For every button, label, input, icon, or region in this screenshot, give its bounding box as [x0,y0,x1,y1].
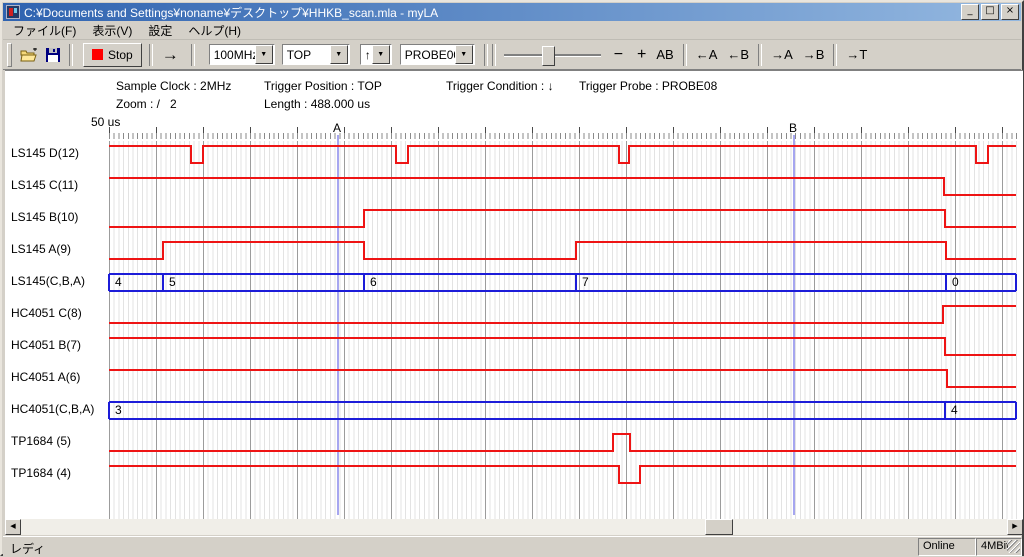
trace-6 [109,306,1016,323]
close-button[interactable]: × [1001,4,1019,20]
dropdown-arrow-icon[interactable]: ▼ [372,45,390,64]
maximize-button[interactable]: □ [981,4,999,20]
move-a-left-button[interactable]: ←A [691,43,723,67]
bus-9 [109,402,1016,419]
stop-square-icon [92,49,103,60]
scroll-right-button[interactable]: ▶ [1007,519,1023,535]
trace-10 [109,434,1016,451]
trace-11 [109,466,1016,483]
move-b-left-button[interactable]: ←B [722,43,754,67]
trace-4 [109,242,1016,259]
menu-item-4[interactable]: ヘルプ(H) [180,20,249,41]
toolbar-separator [484,44,488,66]
statusbar: レディ Online 4MBit [3,536,1021,556]
bus-5 [109,274,1016,291]
menu-item-2[interactable]: 表示(V) [84,20,140,41]
toolbar-separator [833,44,837,66]
trigger-edge-combo[interactable]: ↑ ▼ [360,44,392,65]
menu-item-1[interactable]: ファイル(F) [5,20,84,41]
run-button[interactable]: → [157,43,184,67]
app-icon [6,5,20,19]
toolbar-separator [69,44,73,66]
minimize-button[interactable]: _ [961,4,979,20]
stop-button[interactable]: Stop [83,43,142,67]
zoom-out-button[interactable]: − [609,43,628,67]
stop-label: Stop [108,48,133,62]
probe-value: PROBE00 [401,48,455,62]
status-online: Online [918,538,976,556]
floppy-disk-icon [46,48,60,62]
titlebar: C:¥Documents and Settings¥noname¥デスクトップ¥… [3,3,1021,21]
bus-value: 3 [115,403,122,417]
toolbar: Stop → 100MHz ▼ TOP ▼ ↑ ▼ PROBE00 ▼ − + … [3,40,1021,70]
toolbar-separator [492,44,496,66]
sample-clock-combo[interactable]: 100MHz ▼ [209,44,275,65]
toolbar-separator [758,44,762,66]
menu-item-3[interactable]: 設定 [140,20,180,41]
slider-thumb[interactable] [542,46,555,66]
toolbar-separator [683,44,687,66]
goto-trigger-button[interactable]: →T [841,43,872,67]
dropdown-arrow-icon[interactable]: ▼ [455,45,473,64]
open-file-button[interactable] [20,43,38,67]
zoom-in-button[interactable]: + [632,43,651,67]
scrollbar-thumb[interactable] [705,519,733,535]
waveform-traces: 4 5 6 7 0 3 4 [5,71,1021,520]
resize-grip[interactable] [1007,540,1020,553]
trigger-position-combo[interactable]: TOP ▼ [282,44,350,65]
menubar: ファイル(F)表示(V)設定ヘルプ(H) [3,21,1021,40]
status-message: レディ [10,540,45,557]
bus-value: 4 [115,275,122,289]
toolbar-separator [191,44,195,66]
trace-8 [109,370,1016,387]
trigger-edge-value: ↑ [361,48,372,62]
trace-7 [109,338,1016,355]
zoom-slider[interactable] [504,44,601,66]
save-button[interactable] [46,43,60,67]
toolbar-separator [149,44,153,66]
ab-range-button[interactable]: AB [651,43,678,67]
horizontal-scrollbar[interactable]: ◀ ▶ [5,519,1023,535]
bus-value: 6 [370,275,377,289]
bus-value: 5 [169,275,176,289]
waveform-panel[interactable]: Sample Clock : 2MHz Trigger Position : T… [5,70,1023,519]
trigger-position-value: TOP [283,48,330,62]
trace-2 [109,178,1016,195]
toolbar-grip [7,43,12,67]
bus-value: 4 [951,403,958,417]
trace-1 [109,146,1016,163]
window-title: C:¥Documents and Settings¥noname¥デスクトップ¥… [24,4,961,21]
bus-value: 7 [582,275,589,289]
bus-value: 0 [952,275,959,289]
move-b-right-button[interactable]: →B [798,43,830,67]
dropdown-arrow-icon[interactable]: ▼ [330,45,348,64]
open-folder-icon [20,48,38,62]
trace-3 [109,210,1016,227]
probe-combo[interactable]: PROBE00 ▼ [400,44,475,65]
move-a-right-button[interactable]: →A [766,43,798,67]
dropdown-arrow-icon[interactable]: ▼ [255,45,273,64]
sample-clock-value: 100MHz [210,48,255,62]
scroll-left-button[interactable]: ◀ [5,519,21,535]
